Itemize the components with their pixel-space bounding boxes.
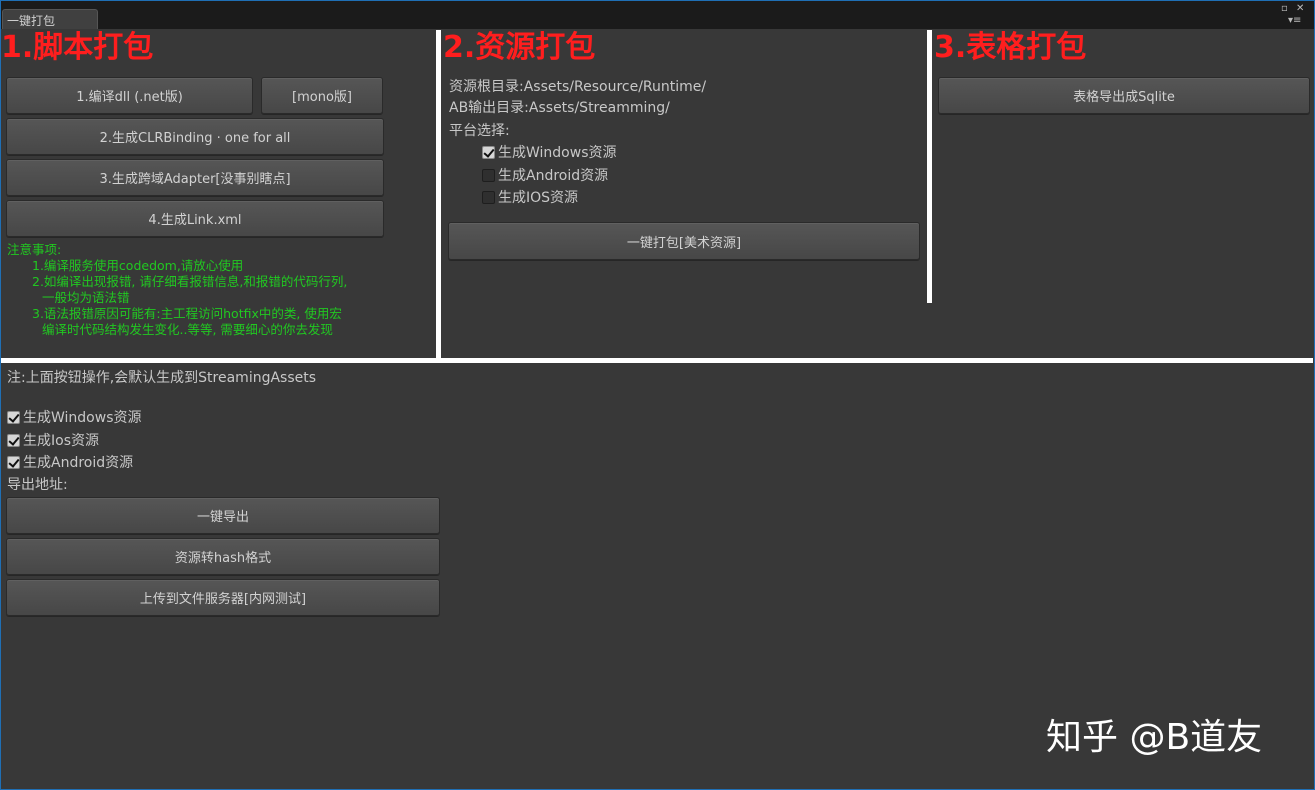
link-xml-button[interactable]: 4.生成Link.xml	[6, 200, 384, 237]
export-path-label: 导出地址:	[7, 477, 68, 493]
platform-android-label: 生成Android资源	[498, 168, 609, 184]
platform-select-label: 平台选择:	[449, 123, 510, 139]
export-ios-label: 生成Ios资源	[23, 433, 99, 449]
asset-root-dir: 资源根目录:Assets/Resource/Runtime/	[449, 79, 707, 95]
panel-menu-icon[interactable]: ▾≡	[1288, 15, 1301, 26]
script-section-title: 1.脚本打包	[1, 30, 154, 65]
platform-ios-label: 生成IOS资源	[498, 190, 579, 206]
checkbox-unchecked-icon	[482, 168, 495, 182]
upload-server-button[interactable]: 上传到文件服务器[内网测试]	[6, 579, 440, 616]
export-sqlite-button[interactable]: 表格导出成Sqlite	[938, 77, 1310, 114]
export-ios-toggle[interactable]: 生成Ios资源	[7, 430, 99, 450]
hash-format-button[interactable]: 资源转hash格式	[6, 538, 440, 575]
adapter-button[interactable]: 3.生成跨域Adapter[没事别瞎点]	[6, 159, 384, 196]
tab-one-click-build[interactable]: 一键打包	[2, 9, 98, 29]
platform-android-toggle[interactable]: 生成Android资源	[482, 165, 608, 185]
horizontal-divider	[1, 358, 1313, 363]
export-android-label: 生成Android资源	[23, 455, 134, 471]
checkbox-checked-icon	[7, 410, 20, 424]
checkbox-checked-icon	[482, 145, 495, 159]
clr-binding-button[interactable]: 2.生成CLRBinding · one for all	[6, 118, 384, 155]
title-bar	[1, 1, 1314, 29]
one-click-export-button[interactable]: 一键导出	[6, 497, 440, 534]
platform-windows-toggle[interactable]: 生成Windows资源	[482, 142, 617, 162]
checkbox-unchecked-icon	[482, 190, 495, 204]
checkbox-checked-icon	[7, 455, 20, 469]
note-line-3: 3.语法报错原因可能有:主工程访问hotfix中的类, 使用宏	[32, 306, 342, 321]
mono-button[interactable]: [mono版]	[261, 77, 383, 114]
note-line-2b: 一般均为语法错	[42, 290, 130, 305]
compile-dll-button[interactable]: 1.编译dll (.net版)	[6, 77, 253, 114]
streaming-assets-note: 注:上面按钮操作,会默认生成到StreamingAssets	[7, 370, 317, 386]
build-art-assets-button[interactable]: 一键打包[美术资源]	[448, 222, 920, 260]
export-windows-label: 生成Windows资源	[23, 410, 142, 426]
table-section-title: 3.表格打包	[934, 30, 1087, 65]
ab-output-dir: AB输出目录:Assets/Streamming/	[449, 100, 670, 116]
export-android-toggle[interactable]: 生成Android资源	[7, 452, 133, 472]
note-line-1: 1.编译服务使用codedom,请放心使用	[32, 258, 244, 273]
vertical-divider-1	[436, 30, 441, 358]
platform-ios-toggle[interactable]: 生成IOS资源	[482, 187, 578, 207]
vertical-divider-2	[927, 30, 932, 303]
maximize-icon[interactable]: ▫	[1281, 4, 1288, 14]
platform-windows-label: 生成Windows资源	[498, 145, 617, 161]
watermark: 知乎 @B道友	[1046, 717, 1263, 758]
export-windows-toggle[interactable]: 生成Windows资源	[7, 407, 142, 427]
note-line-2: 2.如编译出现报错, 请仔细看报错信息,和报错的代码行列,	[32, 274, 348, 289]
notes-heading: 注意事项:	[7, 242, 62, 257]
note-line-3b: 编译时代码结构发生变化..等等, 需要细心的你去发现	[42, 322, 333, 337]
close-icon[interactable]: ✕	[1296, 4, 1304, 14]
asset-section-title: 2.资源打包	[443, 30, 596, 65]
checkbox-checked-icon	[7, 433, 20, 447]
